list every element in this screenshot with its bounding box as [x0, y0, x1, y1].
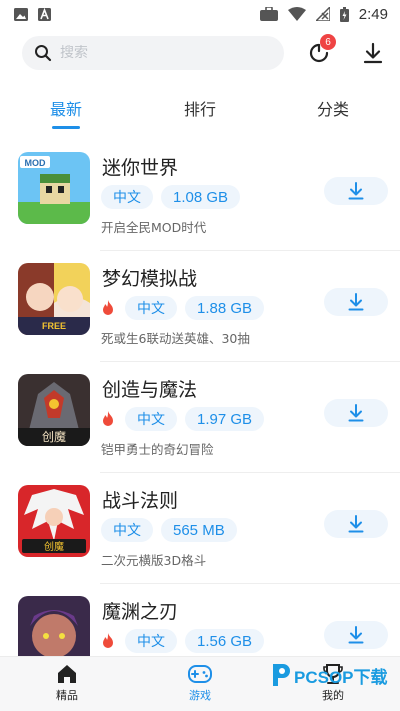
size-tag: 565 MB: [161, 518, 237, 542]
language-tag: 中文: [101, 518, 153, 542]
app-icon: 创魔: [18, 485, 90, 557]
nav-label: 游戏: [189, 689, 211, 702]
download-button[interactable]: [358, 38, 388, 68]
app-name: 战斗法则: [102, 490, 179, 512]
app-tags: 中文 565 MB: [101, 518, 237, 542]
search-input[interactable]: [60, 45, 260, 61]
active-tab-indicator: [52, 126, 80, 129]
app-description: 开启全民MOD时代: [101, 220, 207, 235]
fire-icon: [103, 411, 113, 426]
download-icon: [348, 515, 364, 533]
battery-charging-icon: [339, 6, 349, 22]
download-app-button[interactable]: [324, 288, 388, 316]
download-manager-button[interactable]: 6: [304, 34, 336, 68]
nav-label: 我的: [322, 689, 344, 702]
app-tags: 中文 1.56 GB: [101, 629, 265, 653]
tab-ranking[interactable]: 排行: [160, 96, 240, 120]
language-tag: 中文: [125, 296, 177, 320]
app-name: 魔渊之刃: [102, 601, 179, 623]
watermark-text: PCSOP下载: [294, 667, 388, 687]
list-item[interactable]: 创魔 战斗法则 中文 565 MB 二次元横版3D格斗: [0, 473, 400, 584]
download-icon: [348, 293, 364, 311]
tab-latest[interactable]: 最新: [26, 96, 106, 120]
svg-text:FREE: FREE: [42, 321, 66, 331]
signal-off-icon: [315, 7, 330, 21]
image-icon: [14, 7, 28, 21]
download-app-button[interactable]: [324, 177, 388, 205]
app-tags: 中文 1.08 GB: [101, 185, 241, 209]
app-name: 梦幻模拟战: [102, 268, 198, 290]
status-bar: 2:49: [0, 0, 400, 28]
size-tag: 1.56 GB: [185, 629, 265, 653]
briefcase-icon: [259, 7, 278, 21]
app-description: 二次元横版3D格斗: [101, 553, 207, 568]
app-icon: 创魔: [18, 374, 90, 446]
watermark-logo-icon: [273, 664, 290, 686]
list-item[interactable]: FREE 梦幻模拟战 中文 1.88 GB 死或生6联动送英雄、30抽: [0, 251, 400, 362]
watermark: PCSOP下载: [270, 662, 388, 688]
nav-label: 精品: [56, 689, 78, 702]
app-tags: 中文 1.88 GB: [101, 296, 265, 320]
list-item[interactable]: 创魔 创造与魔法 中文 1.97 GB 铠甲勇士的奇幻冒险: [0, 362, 400, 473]
a-icon: [38, 7, 51, 21]
search-bar[interactable]: [22, 36, 284, 70]
category-tabs: 最新 排行 分类: [0, 96, 400, 136]
size-tag: 1.08 GB: [161, 185, 241, 209]
language-tag: 中文: [125, 629, 177, 653]
top-header: 6: [0, 32, 400, 76]
notification-badge: 6: [320, 34, 336, 50]
tab-category[interactable]: 分类: [293, 96, 373, 120]
download-app-button[interactable]: [324, 510, 388, 538]
svg-text:创魔: 创魔: [42, 429, 66, 444]
language-tag: 中文: [101, 185, 153, 209]
app-tags: 中文 1.97 GB: [101, 407, 265, 431]
nav-item-games[interactable]: 游戏: [165, 663, 235, 703]
download-icon: [363, 42, 383, 64]
fire-icon: [103, 633, 113, 648]
download-app-button[interactable]: [324, 399, 388, 427]
wifi-icon: [287, 7, 306, 21]
size-tag: 1.88 GB: [185, 296, 265, 320]
download-icon: [348, 626, 364, 644]
app-icon: MOD: [18, 152, 90, 224]
clock-time: 2:49: [358, 5, 388, 23]
download-app-button[interactable]: [324, 621, 388, 649]
app-icon: FREE: [18, 263, 90, 335]
fire-icon: [103, 300, 113, 315]
app-description: 死或生6联动送英雄、30抽: [101, 331, 250, 346]
download-icon: [348, 404, 364, 422]
language-tag: 中文: [125, 407, 177, 431]
home-icon: [58, 665, 76, 683]
search-icon: [35, 45, 52, 62]
svg-text:创魔: 创魔: [44, 540, 64, 553]
nav-item-featured[interactable]: 精品: [32, 663, 102, 703]
app-list: MOD 迷你世界 中文 1.08 GB 开启全民MOD时代 FREE 梦幻模拟战…: [0, 140, 400, 695]
list-item[interactable]: MOD 迷你世界 中文 1.08 GB 开启全民MOD时代: [0, 140, 400, 251]
size-tag: 1.97 GB: [185, 407, 265, 431]
svg-text:MOD: MOD: [25, 158, 46, 168]
app-description: 铠甲勇士的奇幻冒险: [101, 442, 214, 457]
app-name: 迷你世界: [102, 157, 179, 179]
gamepad-icon: [188, 665, 212, 683]
download-icon: [348, 182, 364, 200]
app-name: 创造与魔法: [102, 379, 198, 401]
